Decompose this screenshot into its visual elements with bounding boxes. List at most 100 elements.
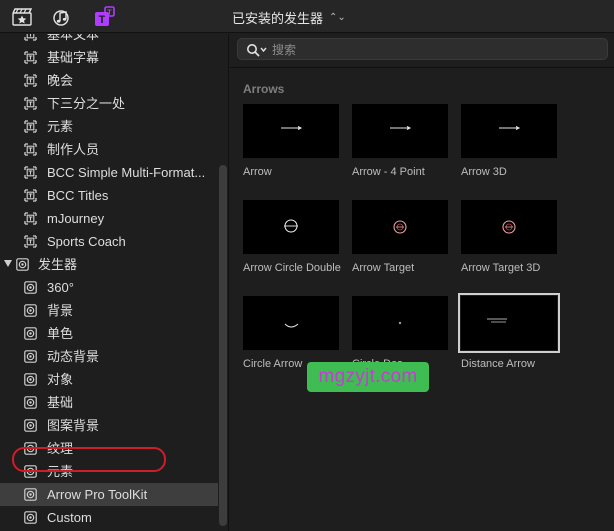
chevron-updown-icon: ⌃⌄ [329,11,346,23]
svg-text:T: T [107,10,112,17]
disclosure-triangle-icon[interactable] [4,260,12,267]
sidebar-item-label: 360° [47,280,74,295]
sidebar-item[interactable]: 对象 [0,368,218,391]
sidebar-item-label: 图案背景 [47,418,100,433]
title-icon [24,212,37,225]
sidebar-item[interactable]: BCC Simple Multi-Format... [0,161,218,184]
title-icon [24,97,37,110]
tile-thumbnail[interactable] [461,200,557,254]
sidebar-item-label: 发生器 [38,257,78,272]
music-note-icon [53,10,69,26]
generator-icon [24,511,37,524]
sidebar-item[interactable]: Custom [0,506,218,529]
sidebar-item[interactable]: 元素 [0,115,218,138]
generator-icon [24,373,37,386]
generator-tile[interactable]: Distance Arrow [458,293,561,371]
generator-icon [24,465,37,478]
sidebar-item[interactable]: 晚会 [0,69,218,92]
tile-thumbnail[interactable] [243,104,339,158]
search-icon[interactable] [246,43,268,57]
title-icon [24,51,37,64]
sidebar-item-label: 对象 [47,372,74,387]
title-icon [24,235,37,248]
divider [230,67,614,68]
sidebar-item[interactable]: 360° [0,276,218,299]
title-icon [24,74,37,87]
category-sidebar[interactable]: 基本文本 基础字幕 晚会 下三分之一处 元素 制作人员 BCC Simple Multi-F… [0,34,229,531]
library-selector[interactable]: 已安装的发生器 ⌃⌄ [232,8,346,27]
sidebar-item-label: 纹理 [47,441,74,456]
generator-icon [24,281,37,294]
section-title: Arrows [243,82,285,96]
sidebar-item[interactable]: Sports Coach [0,230,218,253]
sidebar-item[interactable]: 基础 [0,391,218,414]
sidebar-item-label: 基础字幕 [47,50,100,65]
tile-label: Arrow Target 3D [461,262,541,274]
sidebar-item[interactable]: 制作人员 [0,138,218,161]
generator-icon [24,488,37,501]
sidebar-scrollbar[interactable] [219,165,227,526]
tile-thumbnail[interactable] [352,200,448,254]
photos-videos-button[interactable] [10,6,34,28]
tile-thumbnail[interactable] [243,296,339,350]
tile-thumbnail[interactable] [352,104,448,158]
sidebar-item[interactable]: 动态背景 [0,345,218,368]
sidebar-item-label: mJourney [47,211,105,226]
generator-browser: Arrows Arrow Arrow - 4 Point Arrow 3D Arrow… [230,34,614,531]
generator-icon [24,327,37,340]
generator-tile[interactable]: Arrow - 4 Point [352,104,452,179]
tile-thumbnail[interactable] [461,104,557,158]
title-icon [24,143,37,156]
sidebar-item-label: 元素 [47,464,74,479]
generator-icon [24,350,37,363]
sidebar-item[interactable]: 图案背景 [0,414,218,437]
sidebar-item-label: 动态背景 [47,349,100,364]
generator-icon [16,258,29,271]
tile-label: Arrow 3D [461,166,507,178]
title-icon [24,120,37,133]
music-sound-button[interactable] [50,6,74,28]
generator-tile[interactable]: Circle Dos [352,296,452,371]
title-icon [24,166,37,179]
sidebar-item-label: 制作人员 [47,142,100,157]
search-input[interactable] [272,41,592,58]
generator-icon [24,442,37,455]
sidebar-item[interactable]: 基本文本 [0,34,218,46]
sidebar-item[interactable]: 背景 [0,299,218,322]
sidebar-item[interactable]: BCC Titles [0,184,218,207]
generator-icon [24,419,37,432]
sidebar-group-generators[interactable]: 发生器 [0,253,218,276]
titles-generators-button[interactable]: T T [92,6,116,28]
generator-tile[interactable]: Arrow [243,104,343,179]
sidebar-item[interactable]: 纹理 [0,437,218,460]
tile-thumbnail[interactable] [352,296,448,350]
search-box[interactable] [237,38,608,60]
tile-thumbnail[interactable] [458,293,560,353]
sidebar-item-label: 基本文本 [47,34,100,42]
title-generator-icon: T T [95,6,115,26]
generator-tile[interactable]: Arrow Target 3D [461,200,561,275]
sidebar-item[interactable]: 基础字幕 [0,46,218,69]
tile-label: Arrow Target [352,262,415,274]
sidebar-item-label: Arrow Pro ToolKit [47,487,148,502]
sidebar-item[interactable]: mJourney [0,207,218,230]
sidebar-item-label: BCC Simple Multi-Format... [47,165,206,180]
sidebar-item[interactable]: 下三分之一处 [0,92,218,115]
sidebar-item-label: BCC Titles [47,188,109,203]
library-title: 已安装的发生器 [232,11,324,26]
browser-toolbar: T T 已安装的发生器 ⌃⌄ [0,0,614,33]
tile-thumbnail[interactable] [243,200,339,254]
sidebar-item-label: 晚会 [47,73,74,88]
sidebar-item-label: 基础 [47,395,74,410]
generator-tile[interactable]: Arrow 3D [461,104,561,179]
generator-tile[interactable]: Circle Arrow [243,296,343,371]
watermark: mgzyjt.com [307,362,429,392]
tile-label: Arrow [243,166,272,178]
sidebar-item[interactable]: Arrow Pro ToolKit [0,483,218,506]
tile-label: Distance Arrow [461,358,535,370]
generator-tile[interactable]: Arrow Target [352,200,452,275]
sidebar-item[interactable]: 元素 [0,460,218,483]
generator-tile[interactable]: Arrow Circle Double [243,200,343,275]
sidebar-item[interactable]: 单色 [0,322,218,345]
sidebar-item-label: Custom [47,510,92,525]
